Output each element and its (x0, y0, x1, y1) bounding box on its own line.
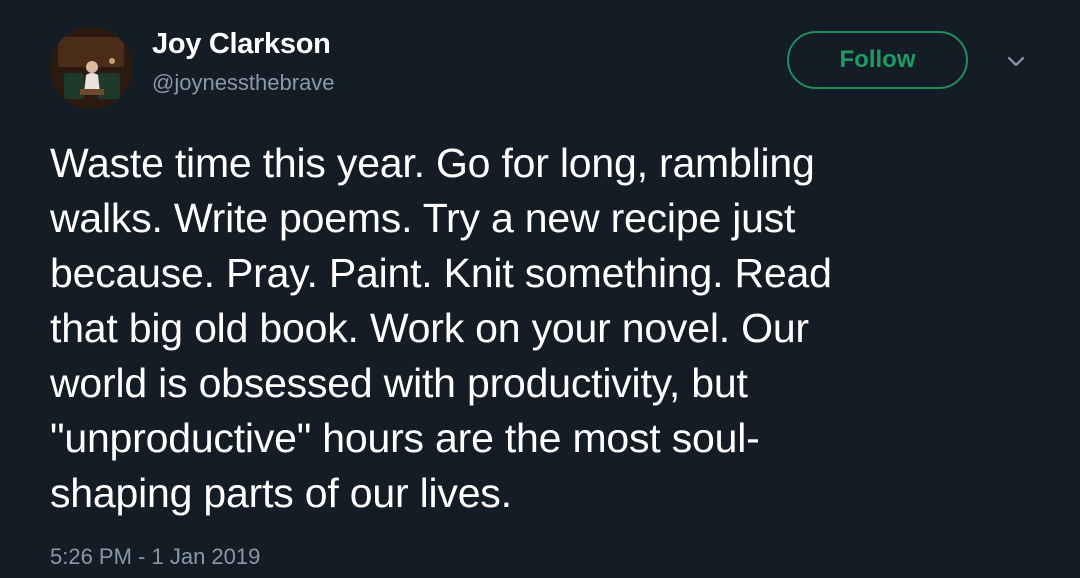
tweet-text-line: because. Pray. Paint. Knit something. Re… (50, 250, 832, 296)
tweet-card: Joy Clarkson @joynessthebrave Follow Was… (0, 0, 1080, 578)
tweet-text-line: shaping parts of our lives. (50, 470, 512, 516)
tweet-text-line: Waste time this year. Go for long, rambl… (50, 140, 815, 186)
display-name[interactable]: Joy Clarkson (152, 28, 331, 61)
tweet-text-line: "unproductive" hours are the most soul- (50, 415, 760, 461)
tweet-text-line: that big old book. Work on your novel. O… (50, 305, 809, 351)
chevron-down-icon[interactable] (1002, 52, 1030, 72)
avatar-photo-icon (50, 27, 132, 109)
tweet-timestamp[interactable]: 5:26 PM - 1 Jan 2019 (50, 544, 260, 570)
follow-button[interactable]: Follow (787, 31, 968, 89)
tweet-text: Waste time this year. Go for long, rambl… (50, 136, 1050, 521)
avatar[interactable] (50, 27, 132, 109)
tweet-text-line: walks. Write poems. Try a new recipe jus… (50, 195, 796, 241)
user-handle[interactable]: @joynessthebrave (152, 70, 335, 96)
tweet-text-line: world is obsessed with productivity, but (50, 360, 748, 406)
